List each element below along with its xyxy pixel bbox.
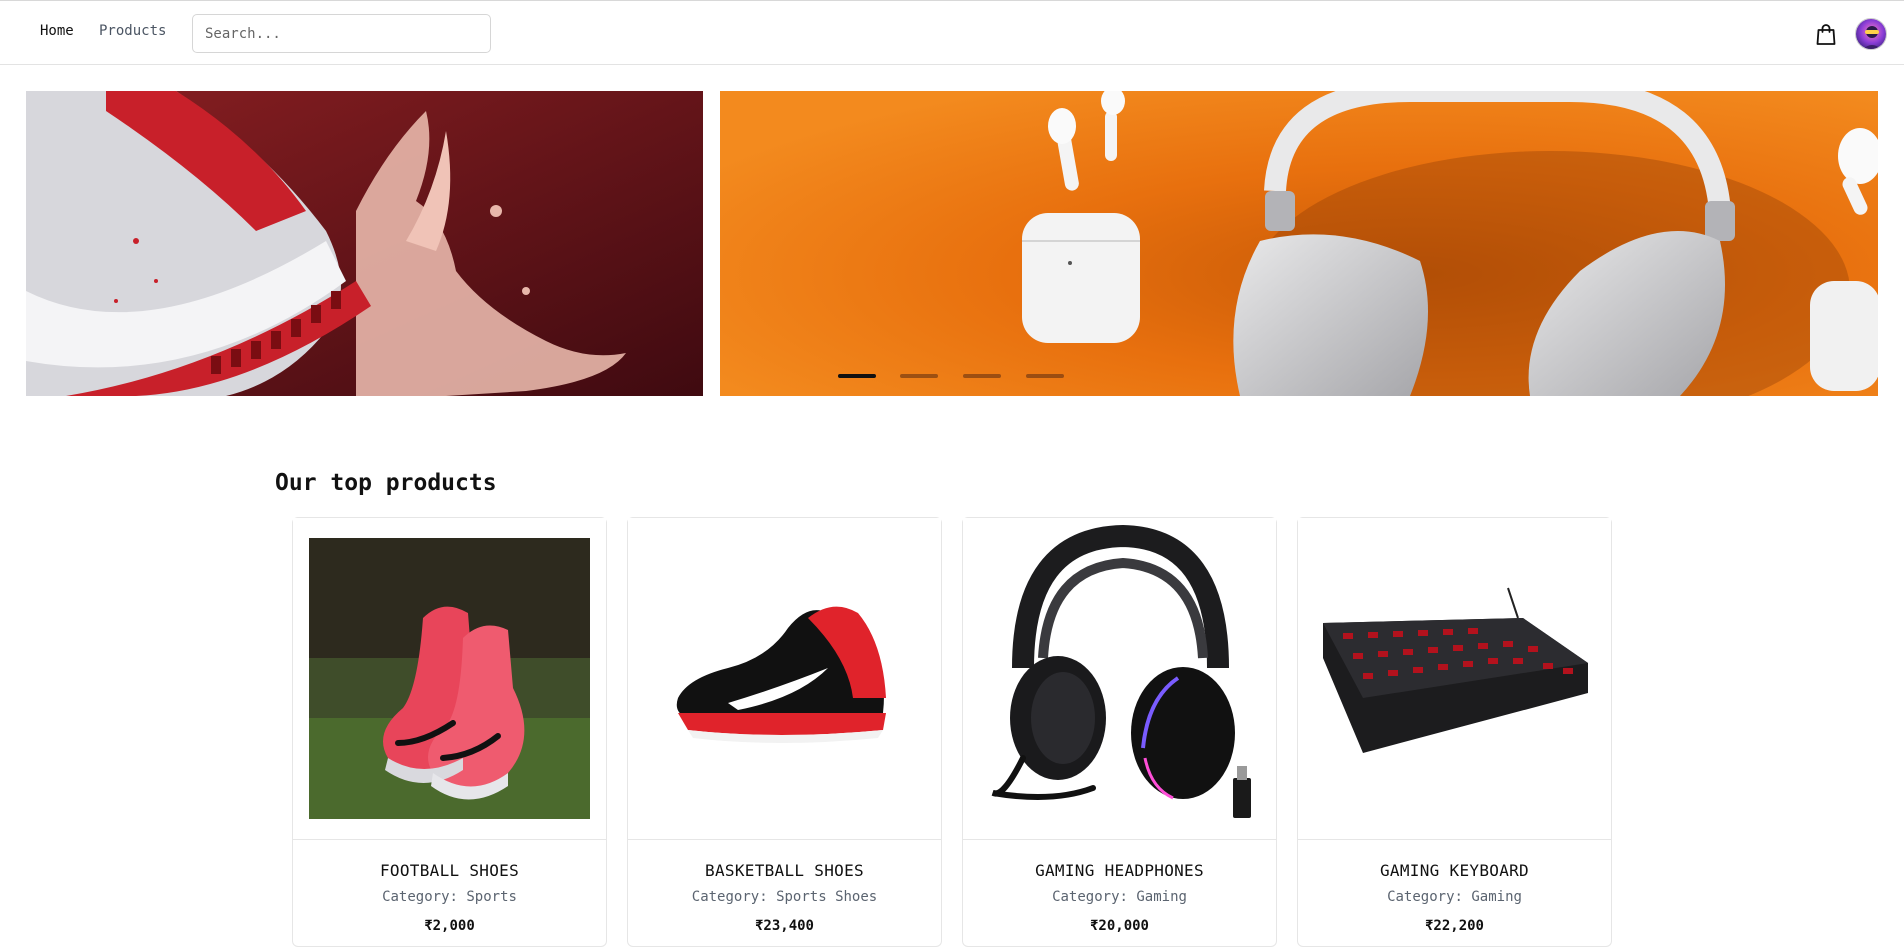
product-card-football-shoes[interactable]: FOOTBALL SHOES Category: Sports ₹2,000 bbox=[292, 517, 607, 947]
product-price: ₹2,000 bbox=[424, 918, 475, 934]
carousel-indicator-3[interactable] bbox=[963, 374, 1001, 378]
carousel-indicator-4[interactable] bbox=[1026, 374, 1064, 378]
category-label: Category: bbox=[1052, 889, 1128, 905]
product-card-basketball-shoes[interactable]: BASKETBALL SHOES Category: Sports Shoes … bbox=[627, 517, 942, 947]
category-value: Sports Shoes bbox=[776, 889, 878, 905]
nav-products-link[interactable]: Products bbox=[99, 23, 166, 39]
section-title: Our top products bbox=[275, 470, 497, 496]
user-avatar[interactable] bbox=[1855, 18, 1887, 50]
product-name[interactable]: FOOTBALL SHOES bbox=[293, 861, 606, 880]
product-card-gaming-keyboard[interactable]: GAMING KEYBOARD Category: Gaming ₹22,200 bbox=[1297, 517, 1612, 947]
carousel-indicator-2[interactable] bbox=[900, 374, 938, 378]
shopping-bag-icon[interactable] bbox=[1814, 22, 1838, 46]
search-input[interactable] bbox=[192, 14, 491, 53]
product-price: ₹22,200 bbox=[1424, 918, 1484, 934]
carousel-slide-headphones bbox=[720, 91, 1878, 396]
product-category: Category: Gaming bbox=[1298, 889, 1611, 905]
product-name[interactable]: GAMING HEADPHONES bbox=[963, 861, 1276, 880]
product-image[interactable] bbox=[963, 518, 1276, 840]
top-navbar: Home Products bbox=[0, 1, 1904, 65]
product-card-gaming-headphones[interactable]: GAMING HEADPHONES Category: Gaming ₹20,0… bbox=[962, 517, 1277, 947]
carousel-slide-sneaker bbox=[26, 91, 703, 396]
category-label: Category: bbox=[382, 889, 458, 905]
product-image[interactable] bbox=[1298, 518, 1611, 840]
product-category: Category: Gaming bbox=[963, 889, 1276, 905]
product-image[interactable] bbox=[293, 518, 606, 840]
product-name[interactable]: GAMING KEYBOARD bbox=[1298, 861, 1611, 880]
product-name[interactable]: BASKETBALL SHOES bbox=[628, 861, 941, 880]
product-category: Category: Sports Shoes bbox=[628, 889, 941, 905]
category-label: Category: bbox=[1387, 889, 1463, 905]
nav-home-link[interactable]: Home bbox=[40, 23, 74, 39]
category-value: Gaming bbox=[1136, 889, 1187, 905]
category-value: Gaming bbox=[1471, 889, 1522, 905]
category-value: Sports bbox=[466, 889, 517, 905]
product-category: Category: Sports bbox=[293, 889, 606, 905]
product-price: ₹23,400 bbox=[754, 918, 814, 934]
carousel-indicators bbox=[838, 374, 1068, 378]
product-price: ₹20,000 bbox=[1089, 918, 1149, 934]
carousel-indicator-1[interactable] bbox=[838, 374, 876, 378]
category-label: Category: bbox=[691, 889, 768, 905]
product-image[interactable] bbox=[628, 518, 941, 840]
